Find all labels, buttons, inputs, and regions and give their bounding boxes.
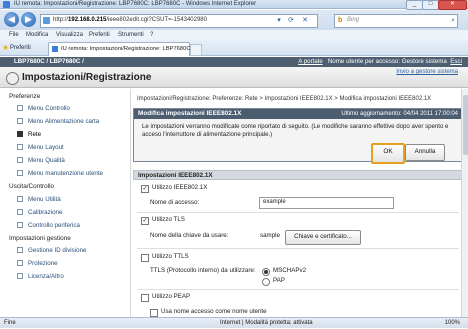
window-title: IU remota: Impostazioni/Registrazione: L…: [14, 1, 257, 7]
divider: [137, 289, 459, 290]
login-name-label: Nome di accesso:: [150, 199, 200, 206]
confirm-panel-header: Modifica impostazioni IEEE802.1X Ultimo …: [134, 109, 462, 119]
scrollbar-thumb[interactable]: [463, 95, 468, 155]
address-field[interactable]: http://192.168.0.215/ieee802edit.cgi?CSU…: [40, 14, 318, 28]
sidebar: Preferenze Menu Controllo Menu Alimentaz…: [0, 89, 131, 317]
confirm-message: Le impostazioni verranno modificate come…: [142, 123, 449, 138]
new-tab-button[interactable]: [190, 44, 202, 56]
breadcrumb: Impostazioni/Registrazione: Preferenze: …: [137, 96, 432, 102]
sidebar-item-licenza[interactable]: Licenza/Altro: [17, 273, 64, 280]
divider: [137, 248, 459, 249]
menu-file[interactable]: File: [9, 30, 19, 40]
address-toolbar: ◀ ▶ http://192.168.0.215/ieee802edit.cgi…: [0, 10, 468, 30]
zoom-level[interactable]: 100%: [445, 318, 460, 329]
logout-link[interactable]: Esci: [450, 58, 462, 65]
status-text: Fine: [4, 320, 16, 326]
key-certificate-button[interactable]: Chiave e certificato...: [285, 230, 361, 245]
sidebar-item-gestione-id[interactable]: Gestione ID divisione: [17, 247, 86, 254]
ie-icon: [3, 1, 10, 8]
page-header: Impostazioni/Registrazione Invio a gesto…: [0, 67, 468, 88]
minimize-button[interactable]: _: [406, 0, 423, 10]
use-ttls-checkbox[interactable]: [141, 254, 149, 262]
use-8021x-label: Utilizzo IEEE802.1X: [152, 184, 208, 191]
sidebar-item-rete[interactable]: Rete: [17, 131, 41, 138]
key-name-label: Nome della chiave da usare:: [150, 232, 229, 239]
sidebar-section-title: Preferenze: [9, 93, 41, 100]
use-tls-label: Utilizzo TLS: [152, 216, 185, 223]
use-8021x-checkbox[interactable]: ✓: [141, 185, 149, 193]
divider: [137, 212, 459, 213]
refresh-icon[interactable]: ⟳: [286, 15, 296, 26]
sidebar-item-protezione[interactable]: Protezione: [17, 260, 58, 267]
dropdown-icon[interactable]: ▾: [274, 15, 284, 26]
window-titlebar: IU remota: Impostazioni/Registrazione: L…: [0, 0, 468, 10]
settings-logo-icon: [6, 72, 19, 85]
menu-help[interactable]: ?: [150, 30, 153, 40]
browser-tab[interactable]: IU remota: Impostazioni/Registrazione: L…: [48, 42, 195, 56]
back-icon[interactable]: ◀: [4, 12, 19, 27]
device-bar: LBP7680C / LBP7680C / A portale Nome ute…: [0, 57, 468, 67]
favorites-bar: ★ Preferiti IU remota: Impostazioni/Regi…: [0, 40, 468, 56]
confirm-title: Modifica impostazioni IEEE802.1X: [138, 110, 242, 117]
close-button[interactable]: ✕: [438, 0, 467, 10]
menu-strumenti[interactable]: Strumenti: [118, 30, 144, 40]
search-icon[interactable]: ⌕: [451, 15, 455, 26]
mschapv2-label: MSCHAPv2: [273, 267, 307, 274]
use-peap-checkbox[interactable]: [141, 294, 149, 302]
use-login-as-user-checkbox[interactable]: [150, 309, 158, 317]
security-zone: Internet | Modalità protetta: attivata: [220, 320, 313, 326]
favorites-button[interactable]: Preferiti: [10, 43, 31, 53]
tab-title: IU remota: Impostazioni/Registrazione: L…: [61, 46, 196, 52]
sidebar-item-menu-qualita[interactable]: Menu Qualità: [17, 157, 65, 164]
tab-page-icon: [52, 46, 58, 52]
menu-preferiti[interactable]: Preferiti: [89, 30, 110, 40]
pap-radio[interactable]: [262, 278, 270, 286]
ttls-protocol-label: TTLS (Protocollo interno) da utilizzare:: [150, 267, 256, 274]
search-box[interactable]: b Bing ⌕: [334, 14, 458, 28]
stop-icon[interactable]: ✕: [300, 15, 310, 26]
sidebar-item-menu-manutenzione[interactable]: Menu manutenzione utente: [17, 170, 103, 177]
use-peap-label: Utilizzo PEAP: [152, 293, 191, 300]
sidebar-item-controllo-periferica[interactable]: Controllo periferica: [17, 222, 80, 229]
status-bar: Fine Internet | Modalità protetta: attiv…: [0, 317, 468, 328]
bing-icon: b: [338, 17, 343, 24]
favorites-star-icon[interactable]: ★: [2, 43, 9, 53]
menu-visualizza[interactable]: Visualizza: [56, 30, 83, 40]
sidebar-section-title: Uscita/Controllo: [9, 183, 55, 190]
settings-title: Impostazioni IEEE802.1X: [138, 172, 213, 179]
last-update: Ultimo aggiornamento: 04/04 2011 17:00:0…: [341, 111, 458, 117]
use-ttls-label: Utilizzo TTLS: [152, 253, 189, 260]
settings-section-header: Impostazioni IEEE802.1X: [133, 170, 463, 180]
key-name-value: sample: [260, 232, 280, 239]
sidebar-section-title: Impostazioni gestione: [9, 235, 71, 242]
search-placeholder: Bing: [347, 17, 360, 23]
menu-bar: File Modifica Visualizza Preferiti Strum…: [0, 30, 468, 40]
user-info: Nome utente per accesso: Gestore sistema: [327, 58, 447, 65]
maximize-button[interactable]: □: [422, 0, 439, 10]
use-tls-checkbox[interactable]: ✓: [141, 217, 149, 225]
confirm-panel: Modifica impostazioni IEEE802.1X Ultimo …: [133, 108, 463, 164]
sidebar-item-calibrazione[interactable]: Calibrazione: [17, 209, 62, 216]
ok-button[interactable]: OK: [371, 143, 405, 164]
device-name: LBP7680C / LBP7680C /: [14, 58, 84, 65]
use-login-as-user-label: Usa nome accesso come nome utente: [161, 308, 267, 315]
login-name-field[interactable]: example: [259, 197, 394, 209]
pap-label: PAP: [273, 277, 285, 284]
sidebar-item-menu-utilita[interactable]: Menu Utilità: [17, 196, 61, 203]
mschapv2-radio[interactable]: [262, 268, 270, 276]
portal-link[interactable]: A portale: [298, 58, 322, 65]
sidebar-item-menu-alimentazione[interactable]: Menu Alimentazione carta: [17, 118, 99, 125]
menu-modifica[interactable]: Modifica: [26, 30, 48, 40]
vertical-scrollbar[interactable]: [461, 89, 468, 317]
page-title: Impostazioni/Registrazione: [22, 72, 152, 83]
sidebar-item-menu-controllo[interactable]: Menu Controllo: [17, 105, 70, 112]
admin-mail-link[interactable]: Invio a gestore sistema: [396, 69, 458, 75]
url-host: 192.168.0.215: [68, 17, 107, 23]
sidebar-item-menu-layout[interactable]: Menu Layout: [17, 144, 64, 151]
page-icon: [43, 17, 50, 24]
cancel-button[interactable]: Annulla: [405, 144, 445, 161]
forward-icon[interactable]: ▶: [21, 12, 36, 27]
